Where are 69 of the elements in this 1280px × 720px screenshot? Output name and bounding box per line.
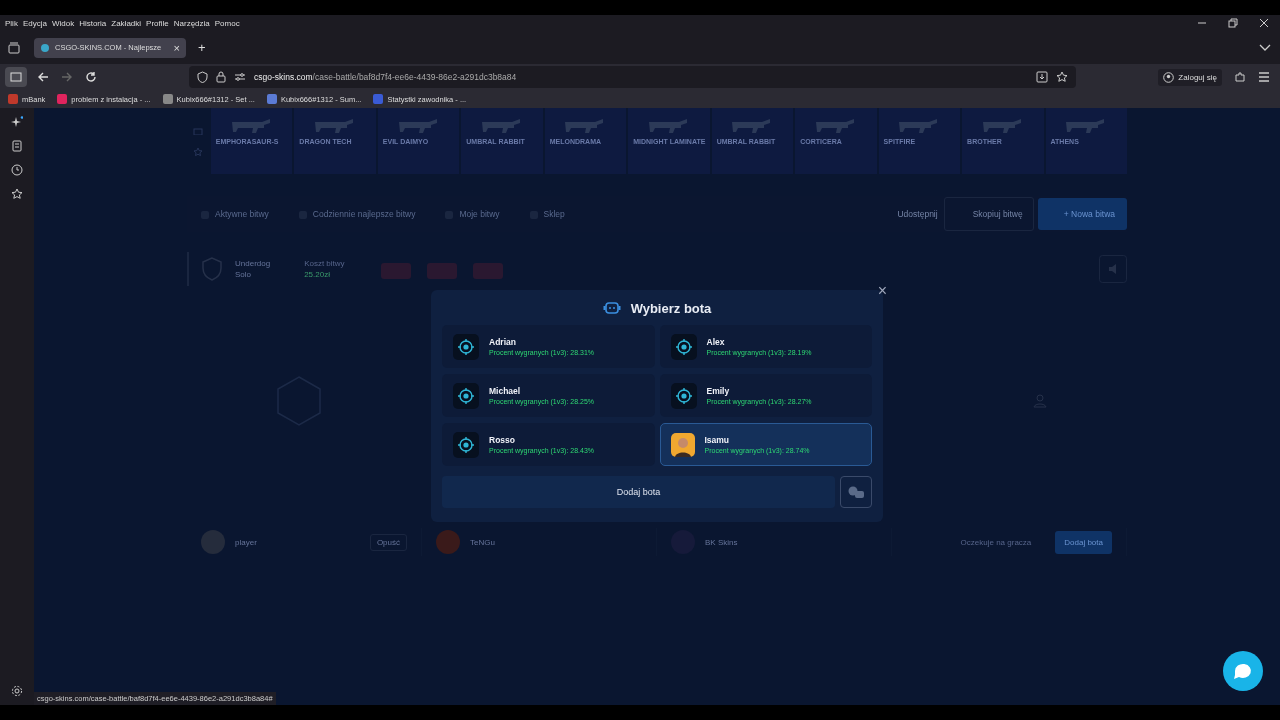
close-tab-button[interactable]: × [173, 41, 180, 54]
bookmark-favicon-icon [162, 94, 173, 104]
new-tab-button[interactable]: + [198, 40, 206, 55]
battle-cost: 25.20zł [304, 270, 331, 279]
avatar-icon [670, 432, 695, 457]
tab-list-icon[interactable] [8, 41, 20, 54]
close-icon[interactable] [1259, 18, 1269, 28]
target-icon [670, 333, 697, 360]
restore-icon[interactable] [1228, 18, 1238, 28]
target-icon [453, 382, 479, 409]
lock-icon [216, 71, 226, 83]
new-battle-button[interactable]: + Nowa bitwa [1037, 198, 1127, 230]
sparkle-icon[interactable] [11, 116, 23, 128]
cost-label: Koszt bitwy [304, 259, 345, 268]
permissions-icon [234, 72, 246, 82]
history-icon[interactable] [11, 164, 23, 176]
download-icon[interactable] [1036, 71, 1048, 83]
menu-item[interactable]: Plik [5, 18, 18, 28]
target-icon [670, 382, 697, 409]
chat-button[interactable] [1223, 651, 1263, 691]
document-icon[interactable] [11, 140, 23, 152]
shield-icon [197, 71, 208, 83]
waiting-text: Oczekuje na gracza [960, 537, 1032, 547]
add-bot-button[interactable]: Dodaj bota [1055, 530, 1112, 554]
menu-item[interactable]: Profile [146, 18, 169, 28]
random-bot-button[interactable] [840, 476, 872, 508]
bookmark-favicon-icon [8, 94, 18, 104]
battle-type: Solo [235, 270, 252, 279]
hexagon-icon [275, 375, 323, 427]
sidebar-toggle-icon[interactable] [5, 67, 27, 87]
target-icon [453, 333, 479, 360]
chevron-down-icon[interactable] [1259, 43, 1271, 52]
share-button[interactable]: Udostępnij [897, 209, 938, 219]
battle-mode: Underdog [235, 259, 271, 268]
settings-icon[interactable] [11, 685, 23, 697]
dialog-title: Wybierz bota [630, 300, 712, 316]
add-bot-button[interactable]: Dodaj bota [442, 476, 835, 508]
bookmark-favicon-icon [57, 94, 68, 104]
extensions-icon[interactable] [1234, 71, 1246, 83]
reload-icon[interactable] [85, 71, 97, 83]
bookmark-favicon-icon [373, 94, 384, 104]
leave-button[interactable]: Opuść [369, 533, 407, 551]
star-icon[interactable] [192, 147, 203, 157]
login-button[interactable]: Zaloguj się [1158, 68, 1222, 86]
avatar-icon [436, 530, 460, 554]
close-button[interactable]: × [877, 282, 887, 300]
player-name: BK Skins [705, 537, 738, 547]
site-icon [40, 42, 50, 53]
user-icon [1033, 394, 1047, 408]
avatar-icon [201, 530, 225, 554]
menu-item[interactable]: Zakładki [111, 18, 142, 28]
menu-item[interactable]: Pomoc [214, 18, 240, 28]
robot-icon [602, 301, 621, 315]
account-icon [1163, 71, 1175, 83]
menu-item[interactable]: Historia [79, 18, 107, 28]
player-name: TeNGu [470, 537, 495, 547]
back-icon[interactable] [37, 71, 49, 83]
forward-icon[interactable] [61, 71, 73, 83]
target-icon [453, 431, 479, 458]
shield-icon [201, 257, 223, 281]
menu-item[interactable]: Edycja [22, 18, 47, 28]
menu-item[interactable]: Widok [51, 18, 75, 28]
menu-icon[interactable] [1258, 72, 1270, 82]
menu-item[interactable]: Narzędzia [173, 18, 210, 28]
player-name: player [235, 537, 257, 547]
bookmark-favicon-icon [266, 94, 277, 104]
dice-icon [847, 485, 865, 499]
address-bar[interactable]: csgo-skins.com/case-battle/baf8d7f4-ee6e-4439-86e2-a291dc3b8a84 [189, 66, 1076, 88]
copy-battle-button[interactable]: Skopiuj bitwę [943, 197, 1034, 231]
